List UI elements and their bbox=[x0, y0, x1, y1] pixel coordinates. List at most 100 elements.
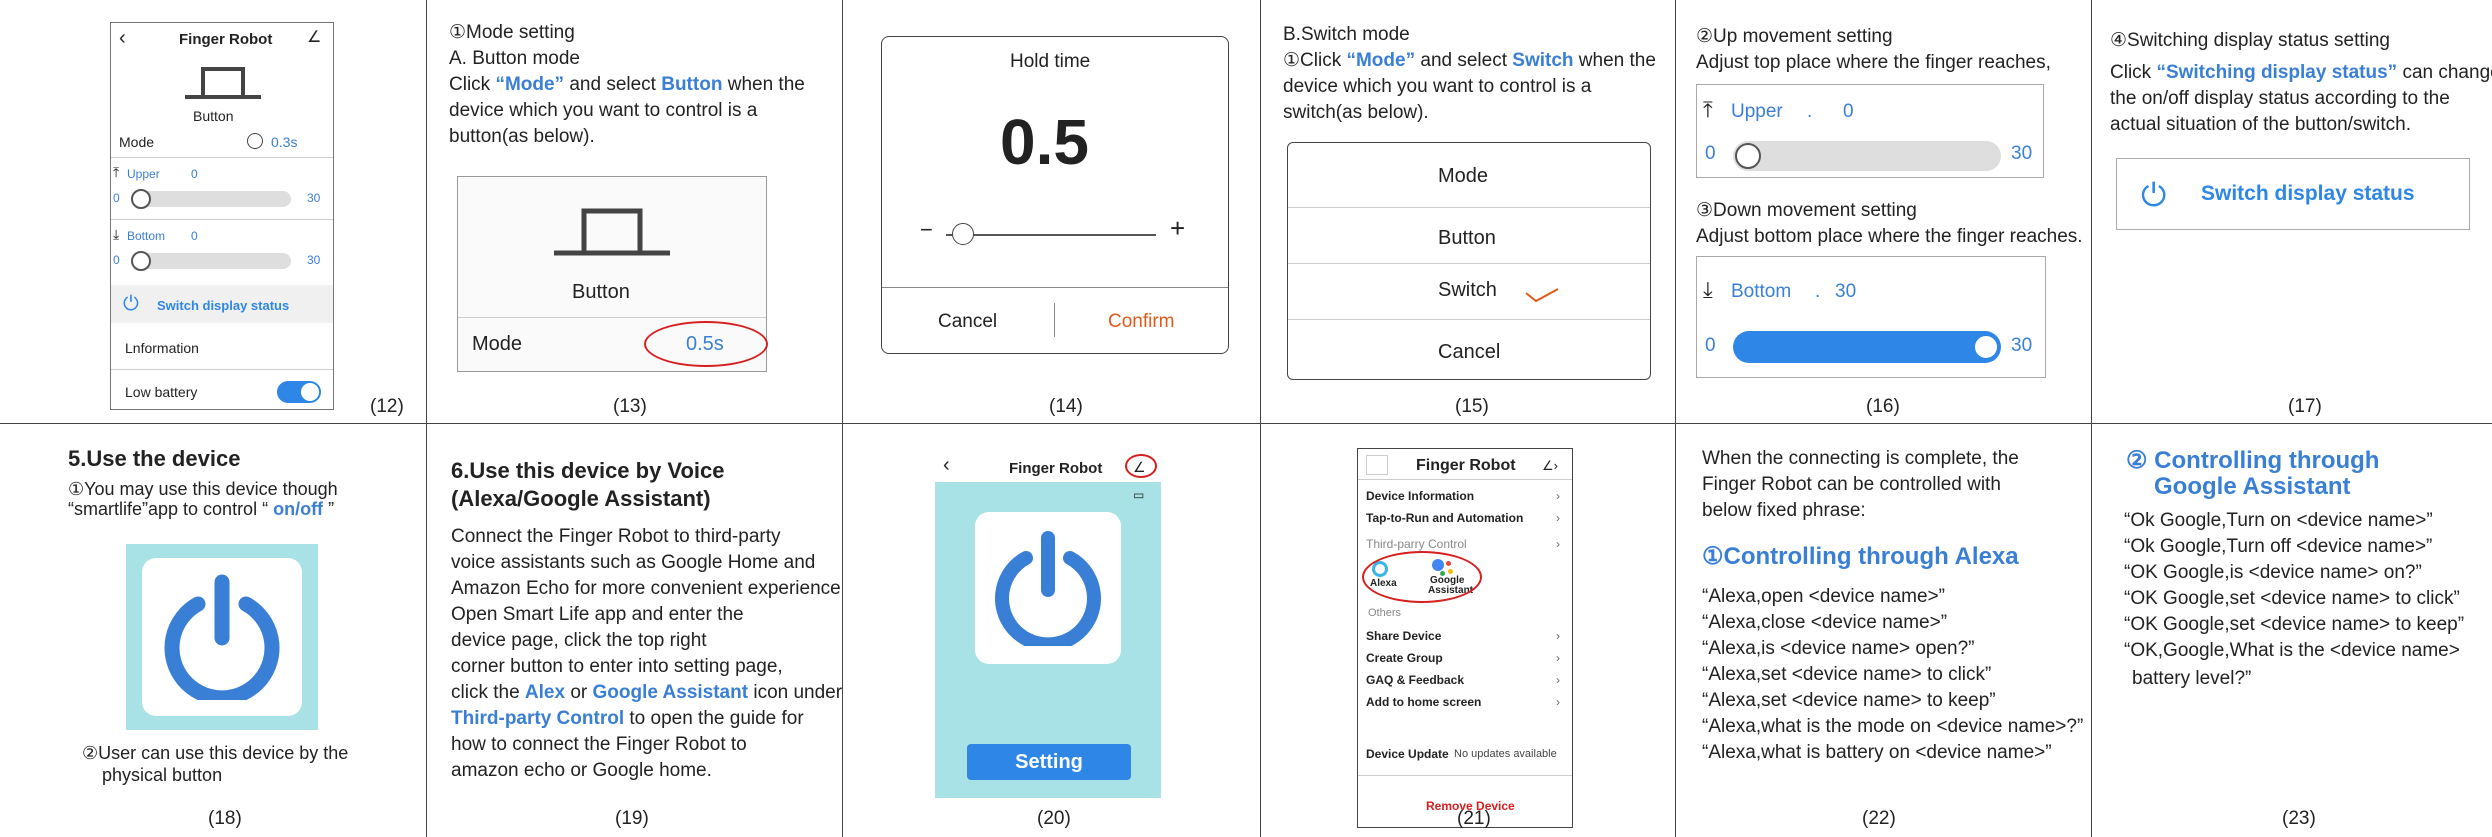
setting-button[interactable]: Setting bbox=[967, 744, 1131, 780]
option-cancel[interactable]: Cancel bbox=[1438, 339, 1500, 365]
phrase-line: battery level?” bbox=[2132, 668, 2252, 689]
red-highlight-oval bbox=[1362, 551, 1482, 603]
alexa-heading: ①Controlling through Alexa bbox=[1702, 543, 2019, 570]
upper-slider-knob[interactable] bbox=[1735, 143, 1761, 169]
text-line: Adjust top place where the finger reache… bbox=[1696, 52, 2051, 73]
red-highlight-oval bbox=[644, 321, 768, 367]
plus-button[interactable]: + bbox=[1170, 215, 1185, 241]
mode-value[interactable]: 0.3s bbox=[271, 129, 297, 155]
device-screen: ‹ Finger Robot ∠ ▭ Setting bbox=[935, 448, 1161, 798]
panel-23: ② Controlling through Google Assistant “… bbox=[2092, 424, 2492, 837]
settings-menu-screen: Finger Robot ∠› Third-parry Control › Ale… bbox=[1357, 448, 1573, 828]
phrase-line: “Ok Google,Turn off <device name>” bbox=[2124, 536, 2433, 557]
panel-15: B.Switch mode ①Click “Mode” and select S… bbox=[1261, 0, 1676, 424]
panel-16: ②Up movement setting Adjust top place wh… bbox=[1676, 0, 2092, 424]
switch-status-label: Switch display status bbox=[2201, 182, 2415, 205]
mode-label: Mode bbox=[472, 333, 523, 355]
bottom-min: 0 bbox=[113, 253, 120, 267]
menu-item[interactable]: Tap-to-Run and Automation › bbox=[1366, 511, 1564, 525]
divider bbox=[882, 287, 1228, 288]
hold-time-slider[interactable] bbox=[946, 234, 1156, 236]
toggle-knob bbox=[301, 383, 319, 401]
upper-icon: ⤒ bbox=[1703, 97, 1713, 122]
option-switch[interactable]: Switch bbox=[1438, 277, 1497, 303]
text-line: ②Up movement setting bbox=[1696, 26, 1893, 47]
text-line: the on/off display status according to t… bbox=[2110, 88, 2450, 109]
hold-time-dialog: Hold time 0.5 − + Cancel Confirm bbox=[881, 36, 1229, 354]
screen-title: Finger Robot bbox=[179, 31, 273, 48]
text-line: When the connecting is complete, the bbox=[1702, 448, 2019, 469]
phrase-line: “Alexa,open <device name>” bbox=[1702, 586, 1945, 607]
google-heading-2: Google Assistant bbox=[2154, 473, 2351, 500]
section-title: 5.Use the device bbox=[68, 446, 241, 471]
panel-12: ‹ Finger Robot ∠ Button Mode 0.3s ⤒ Uppe… bbox=[0, 0, 427, 424]
button-label: Button bbox=[572, 281, 630, 303]
text-line: amazon echo or Google home. bbox=[451, 760, 712, 781]
back-icon[interactable]: ‹ bbox=[943, 452, 950, 478]
phrase-line: “Alexa,what is the mode on <device name>… bbox=[1702, 716, 2084, 737]
figure-number: (23) bbox=[2282, 808, 2316, 829]
power-icon bbox=[164, 574, 280, 700]
bottom-value: 0 bbox=[191, 229, 198, 243]
bottom-label: Bottom bbox=[127, 229, 166, 243]
phone-settings-screen: ‹ Finger Robot ∠ Button Mode 0.3s ⤒ Uppe… bbox=[110, 22, 334, 410]
divider bbox=[1054, 303, 1055, 337]
upper-min: 0 bbox=[1705, 143, 1716, 164]
button-mode-preview: Button Mode 0.5s bbox=[457, 176, 768, 372]
upper-slider-knob[interactable] bbox=[131, 189, 151, 209]
text-line: click the Alex or Google Assistant icon … bbox=[451, 682, 843, 703]
menu-item[interactable]: Add to home screen › bbox=[1366, 695, 1564, 709]
menu-item[interactable]: GAQ & Feedback › bbox=[1366, 673, 1564, 687]
upper-slider[interactable] bbox=[1733, 141, 2001, 171]
upper-max: 30 bbox=[307, 191, 321, 205]
bottom-slider-knob[interactable] bbox=[1973, 334, 1999, 360]
phrase-line: “OK Google,set <device name> to click” bbox=[2124, 588, 2460, 609]
panel-14: Hold time 0.5 − + Cancel Confirm (14) bbox=[843, 0, 1261, 424]
cancel-button[interactable]: Cancel bbox=[938, 309, 997, 335]
hold-time-slider-knob[interactable] bbox=[952, 223, 974, 245]
figure-number: (21) bbox=[1457, 808, 1491, 829]
button-device-icon bbox=[185, 67, 261, 99]
phrase-line: “Alexa,is <device name> open?” bbox=[1702, 638, 1975, 659]
menu-item[interactable]: Device Information › bbox=[1366, 489, 1564, 503]
bottom-slider[interactable] bbox=[1733, 331, 2001, 363]
text-line: below fixed phrase: bbox=[1702, 500, 1866, 521]
upper-dot: . bbox=[1807, 101, 1813, 122]
text-line: voice assistants such as Google Home and bbox=[451, 552, 816, 573]
menu-item[interactable]: Share Device › bbox=[1366, 629, 1564, 643]
bottom-slider-knob[interactable] bbox=[131, 251, 151, 271]
edit-icon[interactable]: ∠ bbox=[307, 25, 321, 51]
upper-slider[interactable] bbox=[131, 191, 291, 207]
text-line: Finger Robot can be controlled with bbox=[1702, 474, 2001, 495]
text-line: how to connect the Finger Robot to bbox=[451, 734, 747, 755]
information-item[interactable]: Lnformation bbox=[125, 335, 199, 361]
power-icon: ⏻ bbox=[123, 293, 139, 315]
text-line: Connect the Finger Robot to third-party bbox=[451, 526, 781, 547]
clock-icon bbox=[247, 133, 263, 149]
edit-icon[interactable]: ∠› bbox=[1542, 453, 1558, 479]
phrase-line: “OK Google,set <device name> to keep” bbox=[2124, 614, 2465, 635]
mode-label: Mode bbox=[119, 134, 155, 150]
power-tile[interactable] bbox=[975, 512, 1121, 664]
panel-17: ④Switching display status setting Click … bbox=[2092, 0, 2492, 424]
text-line: device page, click the top right bbox=[451, 630, 707, 651]
bottom-icon: ⤓ bbox=[113, 226, 120, 242]
confirm-button[interactable]: Confirm bbox=[1108, 309, 1175, 335]
screen-title: Finger Robot bbox=[1009, 460, 1103, 477]
button-label: Button bbox=[193, 108, 234, 124]
upper-icon: ⤒ bbox=[113, 164, 120, 180]
bottom-setting-card: ⤓ Bottom . 30 0 30 bbox=[1696, 256, 2046, 378]
bottom-dot: . bbox=[1815, 281, 1821, 302]
upper-value: 0 bbox=[191, 167, 198, 181]
minus-button[interactable]: − bbox=[920, 217, 933, 243]
bottom-slider[interactable] bbox=[131, 253, 291, 269]
panel-22: When the connecting is complete, the Fin… bbox=[1676, 424, 2092, 837]
menu-item[interactable]: Create Group › bbox=[1366, 651, 1564, 665]
option-button[interactable]: Button bbox=[1438, 225, 1496, 251]
switch-status-card[interactable]: ⏻ Switch display status bbox=[2116, 158, 2470, 230]
upper-value: 0 bbox=[1843, 101, 1854, 122]
text-line: ④Switching display status setting bbox=[2110, 30, 2390, 51]
text-line: physical button bbox=[102, 765, 223, 785]
back-icon[interactable]: ‹ bbox=[119, 25, 126, 51]
panel-13: ①Mode setting A. Button mode Click “Mode… bbox=[427, 0, 843, 424]
